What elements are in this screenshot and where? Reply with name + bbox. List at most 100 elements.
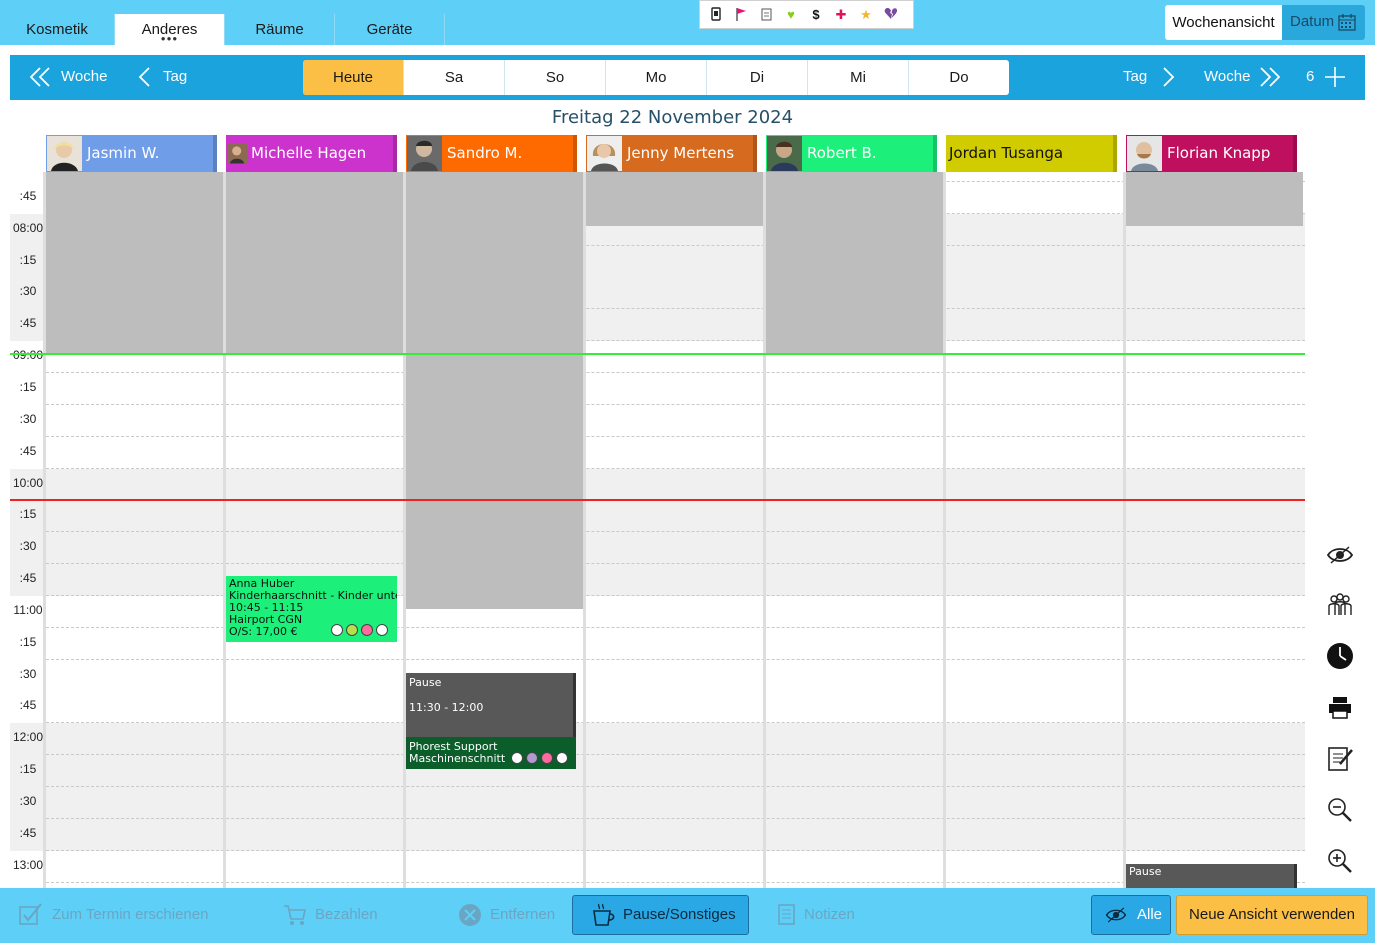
time-label: :45 [19, 698, 37, 713]
show-all-label: Alle [1137, 906, 1163, 923]
week-forward-button[interactable]: Woche [1204, 55, 1250, 100]
phone-icon [511, 752, 523, 764]
appointment-anna-huber[interactable]: Anna Huber Kinderhaarschnitt - Kinder un… [226, 576, 397, 642]
calendar-grid[interactable]: :30:45 08:00:15:30:45 09:00:15:30:45 10:00:… [10, 172, 1305, 888]
time-slot-row: :45 [10, 691, 1305, 724]
column-separator [43, 172, 46, 888]
plus-icon[interactable]: ✚ [834, 7, 848, 23]
tab-label: Räume [255, 21, 304, 38]
time-slot-row: 13:00 [10, 850, 1305, 883]
unavailable-block [46, 172, 223, 354]
time-slot-row: 10:00 [10, 468, 1305, 501]
day-tab-sa[interactable]: Sa [404, 60, 505, 95]
tab-kosmetik[interactable]: Kosmetik [0, 14, 115, 45]
remove-button[interactable]: Entfernen [490, 895, 555, 935]
eye-slash-icon [1105, 907, 1127, 923]
day-tab-mi[interactable]: Mi [808, 60, 909, 95]
time-label: 12:00 [12, 730, 44, 745]
heart-icon[interactable]: ♥ [784, 7, 798, 23]
time-slot-row: :15 [10, 627, 1305, 660]
time-label: :45 [19, 188, 37, 203]
time-label: 11:00 [13, 602, 43, 617]
star-icon[interactable]: ★ [859, 7, 873, 23]
staff-header-jasmin[interactable]: Jasmin W. [46, 135, 217, 172]
date-title: Freitag 22 November 2024 [551, 107, 794, 128]
staff-name: Sandro M. [447, 144, 523, 162]
time-slot-row: :15 [10, 500, 1305, 533]
time-slot-row: 11:00 [10, 595, 1305, 628]
day-tab-do[interactable]: Do [909, 60, 1009, 95]
double-chevron-left-icon[interactable] [28, 65, 52, 89]
clipboard-icon[interactable] [759, 7, 773, 23]
day-back-button[interactable]: Tag [163, 55, 187, 100]
coffee-cup-icon [593, 903, 615, 926]
printer-icon[interactable] [1326, 694, 1354, 722]
broken-heart-icon[interactable] [884, 7, 898, 23]
avatar [587, 136, 622, 171]
add-column-icon[interactable] [1323, 65, 1347, 89]
tab-anderes[interactable]: Anderes ●●● [115, 14, 225, 45]
chevron-left-icon[interactable] [134, 65, 158, 89]
time-label: 13:00 [12, 857, 44, 872]
column-separator [223, 172, 226, 888]
current-time-line [10, 499, 1305, 501]
appointment-pause[interactable]: Pause 11:30 - 12:00 [406, 673, 576, 737]
use-new-view-button[interactable]: Neue Ansicht verwenden [1176, 895, 1368, 935]
avatar [767, 136, 802, 171]
staff-header-sandro[interactable]: Sandro M. [406, 135, 577, 172]
day-tab-so[interactable]: So [505, 60, 606, 95]
action-bar: Zum Termin erschienen Bezahlen Entfernen… [0, 888, 1375, 943]
zoom-out-icon[interactable] [1326, 796, 1354, 824]
arrived-button[interactable]: Zum Termin erschienen [52, 895, 208, 935]
tab-raeume[interactable]: Räume [225, 14, 335, 45]
week-back-button[interactable]: Woche [61, 55, 107, 100]
notepad-icon[interactable] [1326, 744, 1354, 772]
pay-button[interactable]: Bezahlen [315, 895, 378, 935]
appointment-pause[interactable]: Pause [1126, 864, 1297, 888]
day-tab-di[interactable]: Di [707, 60, 808, 95]
time-slot-row: :30 [10, 659, 1305, 692]
appointment-phorest-support[interactable]: Phorest Support Maschinenschnitt [406, 737, 576, 769]
eye-icon[interactable] [1326, 541, 1354, 569]
unavailable-block [766, 172, 943, 354]
time-label: :30 [19, 794, 37, 808]
notes-icon [778, 904, 795, 925]
phone-icon[interactable] [709, 7, 723, 23]
date-picker-button[interactable]: Datum [1282, 5, 1365, 40]
column-separator [583, 172, 586, 888]
double-chevron-right-icon[interactable] [1258, 65, 1282, 89]
staff-header-florian[interactable]: Florian Knapp [1126, 135, 1297, 172]
pause-other-button[interactable]: Pause/Sonstiges [572, 895, 749, 935]
zoom-in-icon[interactable] [1326, 847, 1354, 875]
time-slot-row: :15 [10, 372, 1305, 405]
dollar-icon[interactable]: $ [809, 7, 823, 23]
notes-button[interactable]: Notizen [804, 895, 855, 935]
time-label: 09:00 [12, 348, 44, 363]
avatar [407, 136, 442, 171]
appointment-title: Pause [409, 676, 442, 689]
staff-header-jordan[interactable]: Jordan Tusanga [946, 135, 1117, 172]
day-tab-today[interactable]: Heute [303, 60, 404, 95]
staff-header-robert[interactable]: Robert B. [766, 135, 937, 172]
tab-geraete[interactable]: Geräte [335, 14, 445, 45]
clock-icon[interactable] [1326, 642, 1354, 670]
show-all-button[interactable]: Alle [1091, 895, 1171, 935]
day-forward-button[interactable]: Tag [1123, 55, 1147, 100]
slot-divider [46, 881, 1305, 883]
time-slot-row: :45 [10, 564, 1305, 597]
flag-icon [541, 752, 553, 764]
day-tab-mo[interactable]: Mo [606, 60, 707, 95]
staff-header-michelle[interactable]: Michelle Hagen [226, 135, 397, 172]
checkbox-icon [19, 903, 42, 925]
time-slot-row: :15 [10, 755, 1305, 788]
week-view-button[interactable]: Wochenansicht [1165, 5, 1282, 40]
date-button-label: Datum [1290, 13, 1335, 30]
appointment-title: Pause [1129, 865, 1162, 878]
group-icon[interactable] [1326, 591, 1354, 619]
chevron-right-icon[interactable] [1155, 65, 1179, 89]
staff-name: Jasmin W. [87, 144, 160, 162]
more-dots-icon[interactable]: ●●● [161, 35, 179, 43]
staff-header-jenny[interactable]: Jenny Mertens [586, 135, 757, 172]
status-icon-legend: ♥ $ ✚ ★ [699, 0, 914, 29]
flag-icon[interactable] [734, 7, 748, 23]
